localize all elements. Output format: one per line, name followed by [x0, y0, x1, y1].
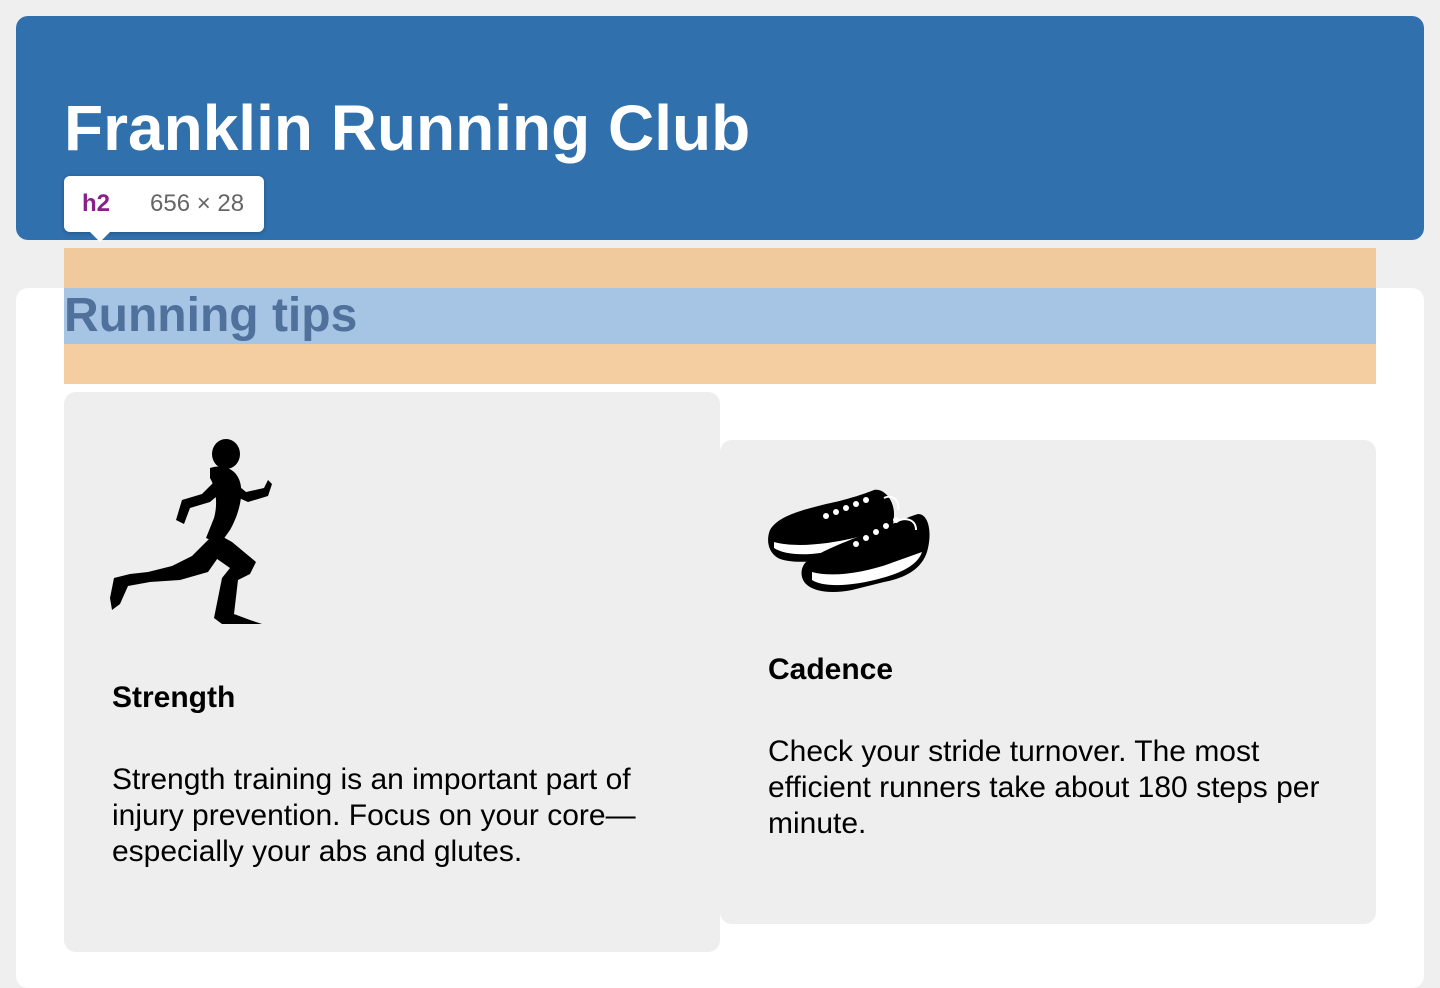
card-title: Cadence: [768, 653, 894, 686]
card-title: Strength: [112, 681, 236, 714]
runner-silhouette-icon: [110, 439, 272, 624]
tooltip-dimensions: 656 × 28: [150, 190, 245, 217]
site-title: Franklin Running Club: [64, 92, 751, 164]
card-text: Strength training is an important part o…: [112, 763, 636, 868]
tip-card-cadence: Cadence Check your stride turnover. The …: [720, 440, 1376, 924]
tip-card-strength: Strength Strength training is an importa…: [64, 392, 720, 952]
tooltip-tag-name: h2: [82, 190, 111, 217]
running-shoes-icon: [768, 489, 930, 592]
devtools-margin-highlight-bottom: [64, 344, 1376, 384]
section-title: Running tips: [64, 289, 358, 342]
devtools-margin-highlight-top: [64, 248, 1376, 288]
card-text: Check your stride turnover. The most eff…: [768, 735, 1320, 840]
devtools-element-tooltip: h2 656 × 28: [64, 176, 264, 242]
